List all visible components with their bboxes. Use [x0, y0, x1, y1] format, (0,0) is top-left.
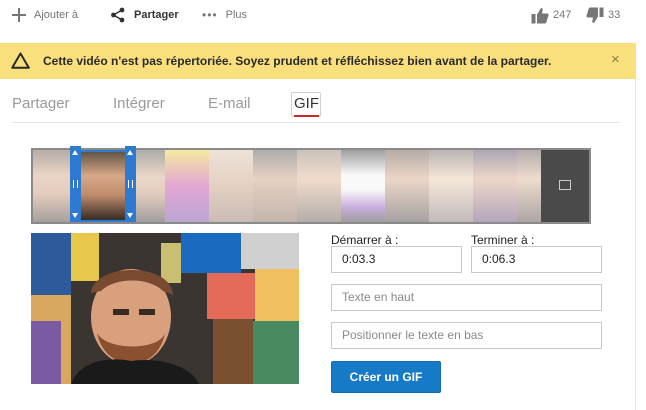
tab-share[interactable]: Partager: [12, 95, 70, 112]
thumbs-up-icon: [531, 7, 549, 23]
dislike-count: 33: [608, 9, 621, 21]
video-still: [31, 233, 299, 384]
tab-gif[interactable]: GIF: [294, 95, 319, 117]
timeline-frame: [165, 150, 209, 222]
gif-end-icon: [559, 180, 571, 190]
like-button[interactable]: 247: [531, 0, 571, 30]
timeline-frame: [209, 150, 253, 222]
more-dots-icon: •••: [202, 8, 218, 22]
timeline-frame: [385, 150, 429, 222]
end-trim-handle[interactable]: [125, 146, 136, 222]
start-trim-handle[interactable]: [70, 146, 81, 222]
tab-email[interactable]: E-mail: [208, 95, 251, 112]
warning-message: Cette vidéo n'est pas répertoriée. Soyez…: [43, 54, 552, 68]
end-time-input[interactable]: 0:06.3: [471, 246, 602, 273]
share-panel: Partager Intégrer E-mail GIF Démarrer à …: [0, 79, 636, 410]
start-time-label: Démarrer à :: [331, 233, 399, 247]
gif-preview-image: [31, 233, 299, 384]
share-tabs: Partager Intégrer E-mail GIF: [12, 92, 620, 123]
timeline-frame: [429, 150, 473, 222]
thumbs-down-icon: [586, 7, 604, 23]
start-time-input[interactable]: 0:03.3: [331, 246, 462, 273]
timeline-frame: [297, 150, 341, 222]
like-count: 247: [553, 9, 572, 21]
end-time-label: Terminer à :: [471, 233, 535, 247]
gif-timeline-strip[interactable]: [31, 148, 591, 224]
add-to-button[interactable]: Ajouter à: [12, 0, 78, 30]
tab-embed[interactable]: Intégrer: [113, 95, 165, 112]
timeline-frame: [473, 150, 517, 222]
bottom-text-input[interactable]: Positionner le texte en bas: [331, 322, 602, 349]
more-button[interactable]: ••• Plus: [202, 0, 247, 30]
more-label: Plus: [225, 9, 248, 21]
share-button[interactable]: Partager: [110, 0, 179, 30]
share-icon: [111, 7, 125, 23]
timeline-frame: [253, 150, 297, 222]
warning-triangle-icon: [11, 52, 30, 69]
share-label: Partager: [134, 9, 179, 21]
dislike-button[interactable]: 33: [586, 0, 620, 30]
video-action-bar: Ajouter à Partager ••• Plus 247 33: [0, 0, 646, 32]
grip-icon: [128, 180, 133, 188]
top-text-input[interactable]: Texte en haut: [331, 284, 602, 311]
close-icon[interactable]: ×: [611, 51, 620, 68]
add-to-label: Ajouter à: [34, 9, 79, 21]
grip-icon: [73, 180, 78, 188]
create-gif-button[interactable]: Créer un GIF: [331, 361, 441, 393]
plus-icon: [12, 8, 26, 22]
unlisted-warning-banner: Cette vidéo n'est pas répertoriée. Soyez…: [0, 43, 636, 79]
timeline-end: [541, 150, 589, 222]
timeline-frame: [341, 150, 385, 222]
selection-window: [81, 150, 125, 222]
